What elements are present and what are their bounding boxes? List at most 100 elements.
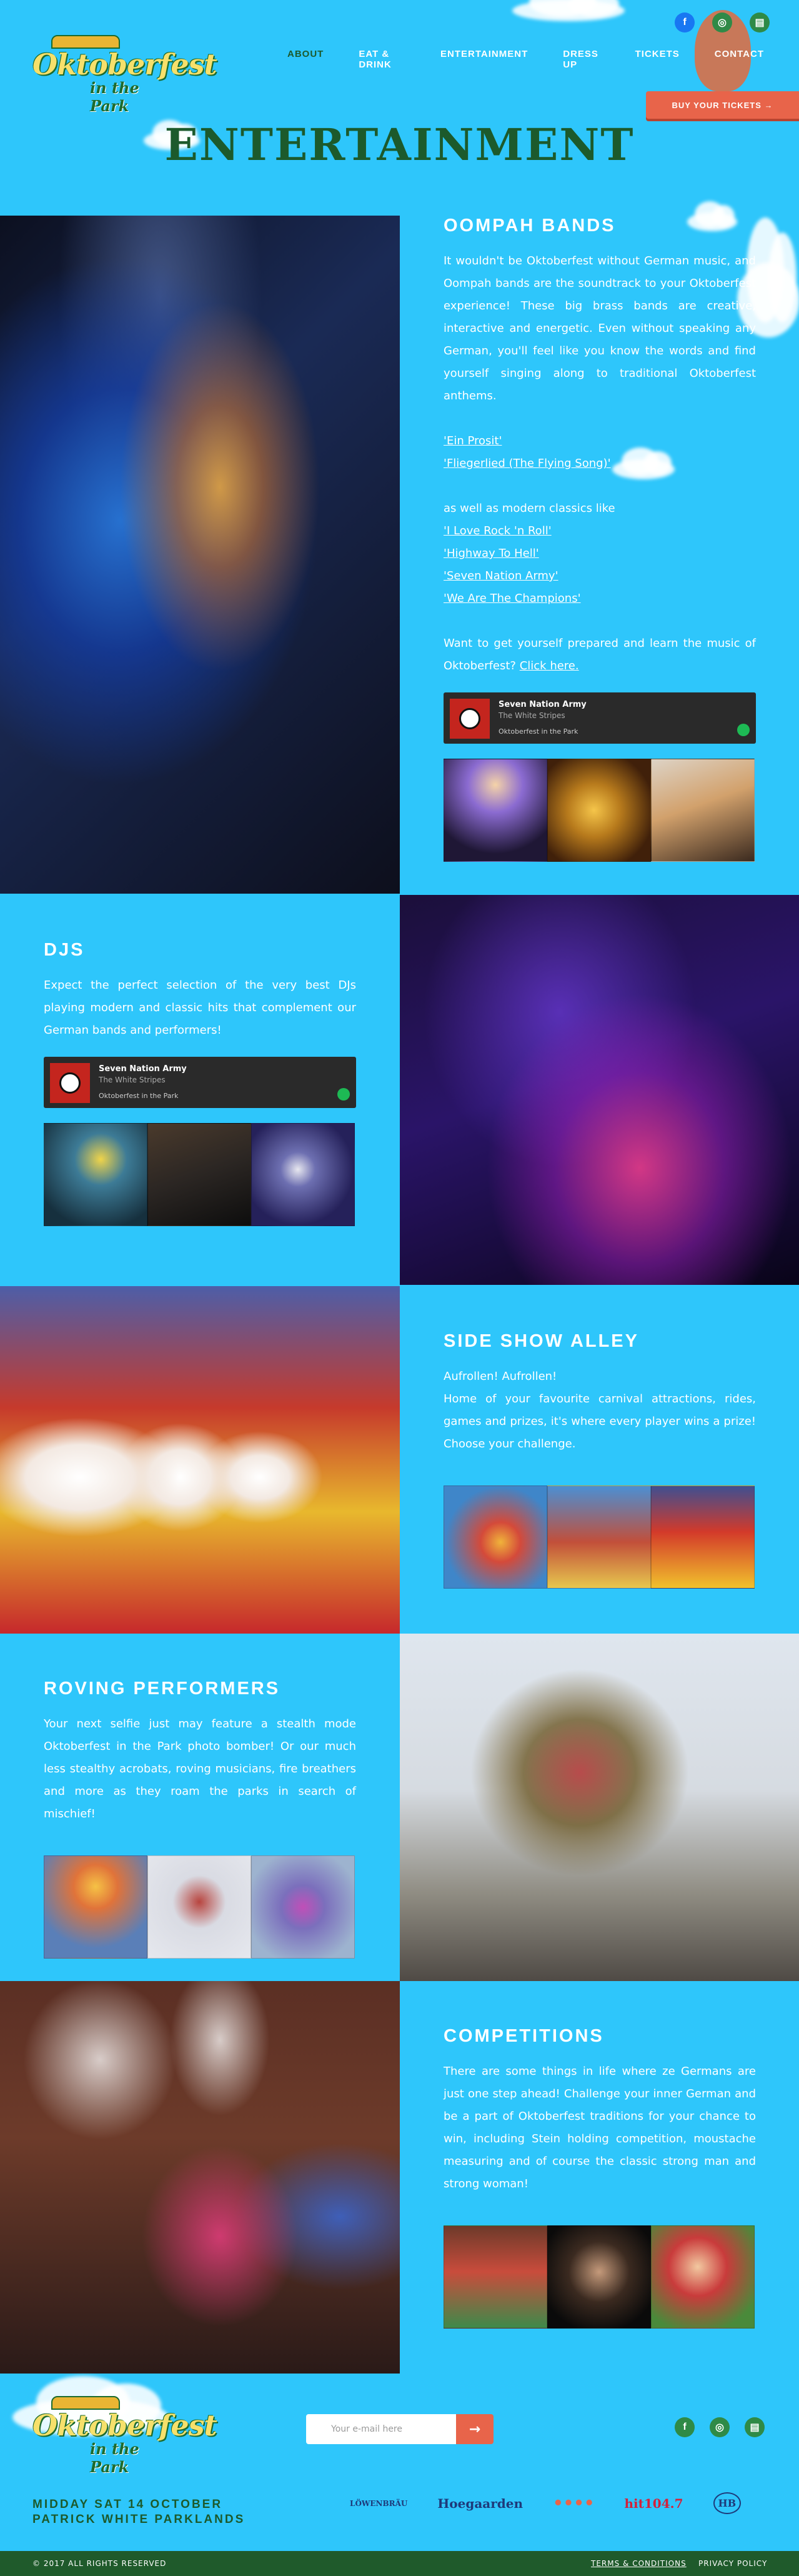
roving-text: ROVING PERFORMERS Your next selfie just … (44, 1679, 356, 1959)
gallery-thumb[interactable] (444, 2225, 547, 2329)
gallery-thumb[interactable] (44, 1855, 147, 1959)
gallery-thumb[interactable] (651, 759, 755, 862)
playlist-name: Oktoberfest in the Park (99, 1092, 179, 1100)
section-title: SIDE SHOW ALLEY (444, 1331, 639, 1351)
section-body: Expect the perfect selection of the very… (44, 979, 356, 1037)
sponsor-logos: LÖWENBRÄU Hoegaarden •••• hit104.7 HB (350, 2492, 742, 2514)
sponsor-hb-logo[interactable]: HB (713, 2492, 742, 2514)
gallery-thumb[interactable] (251, 1855, 355, 1959)
section-title: COMPETITIONS (444, 2026, 604, 2046)
modern-songs: 'I Love Rock 'n Roll' 'Highway To Hell' … (444, 520, 756, 610)
section-title: ROVING PERFORMERS (44, 1679, 280, 1699)
oompah-intro: It wouldn't be Oktoberfest without Germa… (444, 254, 756, 402)
email-submit-button[interactable]: → (456, 2414, 494, 2444)
header-social: f ◎ ▤ (675, 12, 770, 32)
gallery-thumb[interactable] (547, 2225, 651, 2329)
gallery-thumb[interactable] (547, 1485, 651, 1589)
spotify-player[interactable]: Seven Nation Army The White Stripes Okto… (444, 692, 756, 744)
section-body: Aufrollen! Aufrollen! Home of your favou… (444, 1365, 756, 1455)
page-title: ENTERTAINMENT (164, 119, 635, 171)
site-footer: Oktoberfest in the Park Your e-mail here… (0, 2374, 799, 2576)
spotify-icon[interactable] (737, 724, 750, 736)
nav-tickets[interactable]: TICKETS (635, 49, 680, 70)
dj-turntable-photo (400, 895, 799, 1285)
site-header: Oktoberfest in the Park ABOUT EAT & DRIN… (0, 0, 799, 206)
logo-crown (51, 35, 120, 49)
gallery-thumb[interactable] (251, 1123, 355, 1226)
section-competitions: COMPETITIONS There are some things in li… (0, 1981, 799, 2374)
gallery-thumb[interactable] (444, 759, 547, 862)
album-art (450, 699, 490, 739)
section-sideshow: SIDE SHOW ALLEY Aufrollen! Aufrollen! Ho… (0, 1286, 799, 1634)
instagram-icon[interactable]: ◎ (712, 12, 732, 32)
buy-tickets-button[interactable]: BUY YOUR TICKETS → (646, 91, 799, 119)
spotify-player[interactable]: Seven Nation Army The White Stripes Okto… (44, 1057, 356, 1108)
main-nav: ABOUT EAT & DRINK ENTERTAINMENT DRESS UP… (287, 49, 799, 70)
song-link[interactable]: 'Ein Prosit' (444, 430, 756, 452)
oompah-gallery (444, 759, 756, 862)
sponsor-hoegaarden-logo[interactable]: Hoegaarden (437, 2496, 523, 2511)
email-input[interactable]: Your e-mail here (306, 2414, 456, 2444)
track-title: Seven Nation Army (499, 700, 587, 709)
logo-subtext: in the Park (90, 2440, 139, 2476)
track-title: Seven Nation Army (99, 1064, 187, 1074)
competitions-text: COMPETITIONS There are some things in li… (444, 2026, 756, 2329)
instagram-icon[interactable]: ◎ (710, 2417, 730, 2437)
song-link[interactable]: 'Seven Nation Army' (444, 565, 756, 587)
section-djs: DJS Expect the perfect selection of the … (0, 895, 799, 1285)
song-link[interactable]: 'Highway To Hell' (444, 542, 756, 565)
gallery-thumb[interactable] (444, 1485, 547, 1589)
site-logo[interactable]: Oktoberfest in the Park (32, 35, 217, 115)
facebook-icon[interactable]: f (675, 12, 695, 32)
learn-music-text: Want to get yourself prepared and learn … (444, 632, 756, 677)
logo-crown (51, 2396, 120, 2410)
section-body: Your next selfie just may feature a stea… (44, 1717, 356, 1820)
gallery-thumb[interactable] (147, 1123, 251, 1226)
youtube-icon[interactable]: ▤ (745, 2417, 765, 2437)
section-body: It wouldn't be Oktoberfest without Germa… (444, 250, 756, 677)
spotify-icon[interactable] (337, 1088, 350, 1101)
nav-eat-drink[interactable]: EAT & DRINK (359, 49, 405, 70)
djs-text: DJS Expect the perfect selection of the … (44, 940, 356, 1226)
nav-entertainment[interactable]: ENTERTAINMENT (440, 49, 528, 70)
track-artist: The White Stripes (499, 711, 565, 720)
sponsor-dots-logo[interactable]: •••• (553, 2494, 594, 2513)
logo-subtext: in the Park (90, 79, 139, 115)
section-roving: ROVING PERFORMERS Your next selfie just … (0, 1634, 799, 1981)
section-body: There are some things in life where ze G… (444, 2065, 756, 2190)
sponsor-lowenbrau-logo[interactable]: LÖWENBRÄU (350, 2499, 407, 2508)
section-title: DJS (44, 940, 85, 960)
learn-music-link[interactable]: Click here. (520, 659, 579, 672)
sideshow-gallery (444, 1485, 756, 1589)
gallery-thumb[interactable] (147, 1855, 251, 1959)
youtube-icon[interactable]: ▤ (750, 12, 770, 32)
roving-gallery (44, 1855, 356, 1959)
song-link[interactable]: 'I Love Rock 'n Roll' (444, 520, 756, 542)
song-link[interactable]: 'Fliegerlied (The Flying Song)' (444, 452, 756, 475)
sponsor-hit1047-logo[interactable]: hit104.7 (625, 2496, 683, 2511)
facebook-icon[interactable]: f (675, 2417, 695, 2437)
gallery-thumb[interactable] (651, 1485, 755, 1589)
logo-text: Oktoberfest (32, 47, 217, 81)
playlist-name: Oktoberfest in the Park (499, 727, 578, 736)
modern-intro: as well as modern classics like (444, 502, 615, 515)
clowns-photo (0, 1286, 400, 1634)
section-title: OOMPAH BANDS (444, 216, 616, 236)
oompah-text: OOMPAH BANDS It wouldn't be Oktoberfest … (444, 216, 756, 862)
event-venue-line: PATRICK WHITE PARKLANDS (32, 2513, 246, 2526)
nav-contact[interactable]: CONTACT (715, 49, 764, 70)
competitions-gallery (444, 2225, 756, 2329)
terms-link[interactable]: TERMS & CONDITIONS (591, 2559, 687, 2568)
event-date: MIDDAY SAT 14 OCTOBER PATRICK WHITE PARK… (32, 2497, 245, 2527)
footer-logo[interactable]: Oktoberfest in the Park (32, 2396, 217, 2476)
nav-about[interactable]: ABOUT (287, 49, 324, 70)
section-oompah: OOMPAH BANDS It wouldn't be Oktoberfest … (0, 216, 799, 894)
song-link[interactable]: 'We Are The Champions' (444, 587, 756, 610)
nav-dress-up[interactable]: DRESS UP (563, 49, 600, 70)
djs-gallery (44, 1123, 356, 1226)
gallery-thumb[interactable] (651, 2225, 755, 2329)
gallery-thumb[interactable] (44, 1123, 147, 1226)
copyright-text: © 2017 ALL RIGHTS RESERVED (32, 2559, 167, 2568)
gallery-thumb[interactable] (547, 759, 651, 862)
privacy-link[interactable]: PRIVACY POLICY (698, 2559, 767, 2568)
